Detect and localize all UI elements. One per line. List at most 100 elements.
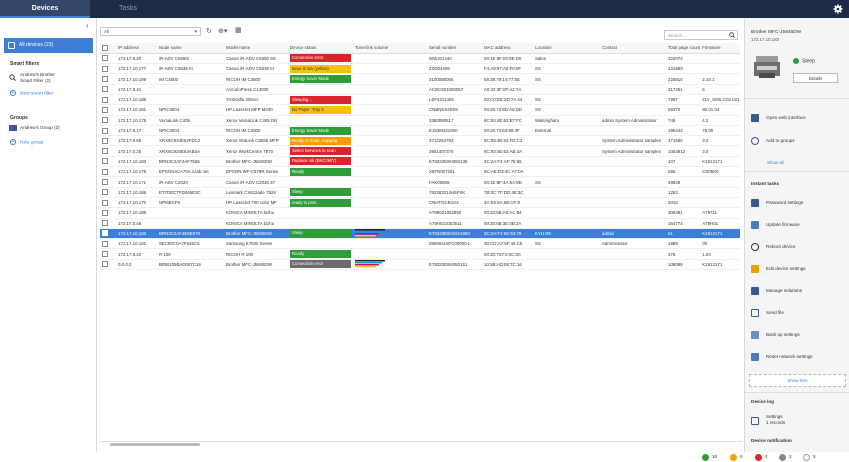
row-checkbox[interactable]: [102, 76, 108, 83]
table-row[interactable]: 172.17.10.189 KONICA MINOLTA bizhu A798021…: [100, 207, 740, 219]
row-select-cell[interactable]: [100, 135, 116, 147]
row-select-cell[interactable]: [100, 197, 116, 209]
row-select-cell[interactable]: [100, 176, 116, 188]
row-checkbox[interactable]: [102, 55, 108, 62]
reboot-device-action[interactable]: Reboot device: [751, 243, 795, 251]
table-row[interactable]: 172.17.10.171 iR-ADV C2020 Canon iR-ADV C2…: [100, 176, 740, 188]
table-row[interactable]: 172.17.10.183 BRN3C2AF4E5E578 Brother MFC-…: [100, 228, 740, 240]
column-header[interactable]: IP address: [116, 43, 157, 54]
update-firmware-action[interactable]: Update firmware: [751, 221, 800, 229]
row-select-cell[interactable]: [100, 248, 116, 260]
gear-icon[interactable]: [833, 4, 843, 14]
row-checkbox[interactable]: [102, 106, 108, 113]
table-row[interactable]: 172.17.10.181 NPIC3004 HP LaserJet MFP M43…: [100, 104, 740, 116]
row-checkbox[interactable]: [102, 199, 108, 206]
column-header[interactable]: Node name: [157, 43, 224, 54]
row-select-cell[interactable]: [100, 63, 116, 75]
add-device-icon[interactable]: ⊕▾: [218, 27, 227, 35]
filter-select[interactable]: All ▾: [100, 27, 201, 36]
row-select-cell[interactable]: [100, 84, 116, 95]
row-select-cell[interactable]: [100, 259, 116, 271]
row-select-cell[interactable]: [100, 207, 116, 219]
table-row[interactable]: 172.17.10.186 ET7DECTFD045E3C Lexmark CX62…: [100, 187, 740, 198]
table-row[interactable]: 172.17.8.22 R 100 RICOH R 100 Ready 00:20:73…: [100, 248, 740, 260]
refresh-icon[interactable]: ↻: [206, 27, 212, 35]
tab-devices[interactable]: Devices: [0, 0, 90, 18]
table-row[interactable]: 172.17.8.20 iR-ADV C5550i Canon iR-ADV C55…: [100, 53, 740, 65]
edit-device-settings-action[interactable]: Edit device settings: [751, 265, 806, 273]
row-checkbox[interactable]: [102, 189, 108, 196]
table-row[interactable]: 172.17.10.189 IM C4500 RICOH IM C4500 Energ…: [100, 73, 740, 85]
details-button[interactable]: Details: [793, 73, 838, 83]
table-row[interactable]: 172.17.8.41 AccurioPress C14000 ACBC501000…: [100, 84, 740, 95]
table-row[interactable]: 172.17.10.181 SEC80C0A7F646C5 Samsung K750…: [100, 238, 740, 250]
column-header[interactable]: Device status: [288, 43, 353, 54]
row-select-cell[interactable]: [100, 238, 116, 250]
sidebar-item-smart-filter[interactable]: Andrew's Brother Smart Filter (2): [9, 72, 55, 84]
table-row[interactable]: 172.17.10.188 TASKalfa 2051ci Sleeping... L…: [100, 94, 740, 106]
add-to-groups-action[interactable]: Add to groups: [751, 137, 795, 145]
row-select-cell[interactable]: [100, 73, 116, 85]
row-checkbox[interactable]: [102, 65, 108, 72]
table-row[interactable]: 0.0.0.0 BRW105BAD067C16 Brother MFC-J5845D…: [100, 259, 740, 271]
table-row[interactable]: 172.17.8.17 NPIC2003 RICOH IM C2000 Energy …: [100, 125, 740, 137]
column-header[interactable]: Location: [533, 43, 600, 54]
row-checkbox[interactable]: [102, 127, 108, 134]
table-row[interactable]: 172.17.10.175 VersaLink C405 Xerox VersaLi…: [100, 115, 740, 126]
table-row[interactable]: 172.17.8.65 XRX9C934E62FDC2 Xerox AltaLink…: [100, 135, 740, 147]
tab-tasks[interactable]: Tasks: [108, 0, 148, 18]
manage-solutions-action[interactable]: Manage solutions: [751, 287, 802, 295]
open-web-interface-action[interactable]: Open web interface: [751, 114, 806, 122]
new-group-link[interactable]: + New group: [10, 139, 43, 145]
collapse-sidebar-icon[interactable]: ‹: [86, 21, 89, 30]
back-up-settings-action[interactable]: Back up settings: [751, 331, 800, 339]
row-checkbox[interactable]: [102, 251, 108, 258]
row-select-cell[interactable]: [100, 145, 116, 157]
row-checkbox[interactable]: [102, 220, 108, 227]
password-settings-action[interactable]: Password settings: [751, 199, 803, 207]
row-checkbox[interactable]: [102, 137, 108, 144]
column-header[interactable]: Toner/ink volume: [353, 43, 427, 54]
row-checkbox[interactable]: [102, 209, 108, 216]
reset-network-settings-action[interactable]: Reset network settings: [751, 353, 812, 361]
row-checkbox[interactable]: [102, 179, 108, 185]
table-row[interactable]: 172.17.10.183 BRN3C2AF4AF7565 Brother MFC-…: [100, 156, 740, 168]
select-all-header[interactable]: [100, 43, 116, 54]
row-select-cell[interactable]: [100, 53, 116, 65]
row-select-cell[interactable]: [100, 166, 116, 178]
scrollbar-thumb[interactable]: [110, 443, 200, 446]
row-select-cell[interactable]: [100, 187, 116, 198]
row-checkbox[interactable]: [102, 158, 108, 165]
table-row[interactable]: 172.17.8.46 KONICA MINOLTA bizhu A79H02105…: [100, 218, 740, 229]
row-checkbox[interactable]: [102, 96, 108, 103]
column-header[interactable]: Serial number: [427, 43, 482, 54]
row-checkbox[interactable]: [102, 117, 108, 124]
column-header[interactable]: Firmware: [700, 43, 740, 54]
table-row[interactable]: 172.17.10.170 NPI6BCF9 HP LaserJet 700 col…: [100, 197, 740, 209]
row-select-cell[interactable]: [100, 94, 116, 106]
row-select-cell[interactable]: [100, 218, 116, 229]
column-settings-icon[interactable]: ▦: [235, 26, 242, 34]
column-header[interactable]: Model name: [224, 43, 288, 54]
row-select-cell[interactable]: [100, 125, 116, 137]
row-checkbox[interactable]: [102, 148, 108, 155]
show-all-link[interactable]: Show all: [767, 160, 784, 165]
select-all-checkbox[interactable]: [102, 44, 108, 51]
send-file-action[interactable]: Send file: [751, 309, 784, 317]
row-checkbox[interactable]: [102, 230, 108, 237]
column-header[interactable]: Total page count: [666, 43, 701, 54]
row-checkbox[interactable]: [102, 261, 108, 268]
row-checkbox[interactable]: [102, 86, 108, 93]
show-less-link[interactable]: Show less: [749, 374, 846, 387]
row-select-cell[interactable]: [100, 156, 116, 168]
sidebar-item-all-devices[interactable]: All devices (23): [4, 38, 93, 53]
sidebar-item-group[interactable]: Andrew's Group (2): [9, 125, 60, 131]
column-header[interactable]: Contact: [600, 43, 666, 54]
row-checkbox[interactable]: [102, 168, 108, 175]
table-row[interactable]: 172.17.0.25 XRX9C934E63AB4A Xerox WorkCent…: [100, 145, 740, 157]
table-row[interactable]: 172.17.10.177 iR-ADV C5535 III Canon iR-AD…: [100, 63, 740, 75]
table-row[interactable]: 172.17.10.176 EPSON4CA70A.s.lab.net EPSON …: [100, 166, 740, 178]
row-select-cell[interactable]: [100, 115, 116, 126]
row-select-cell[interactable]: [100, 104, 116, 116]
row-checkbox[interactable]: [102, 240, 108, 247]
